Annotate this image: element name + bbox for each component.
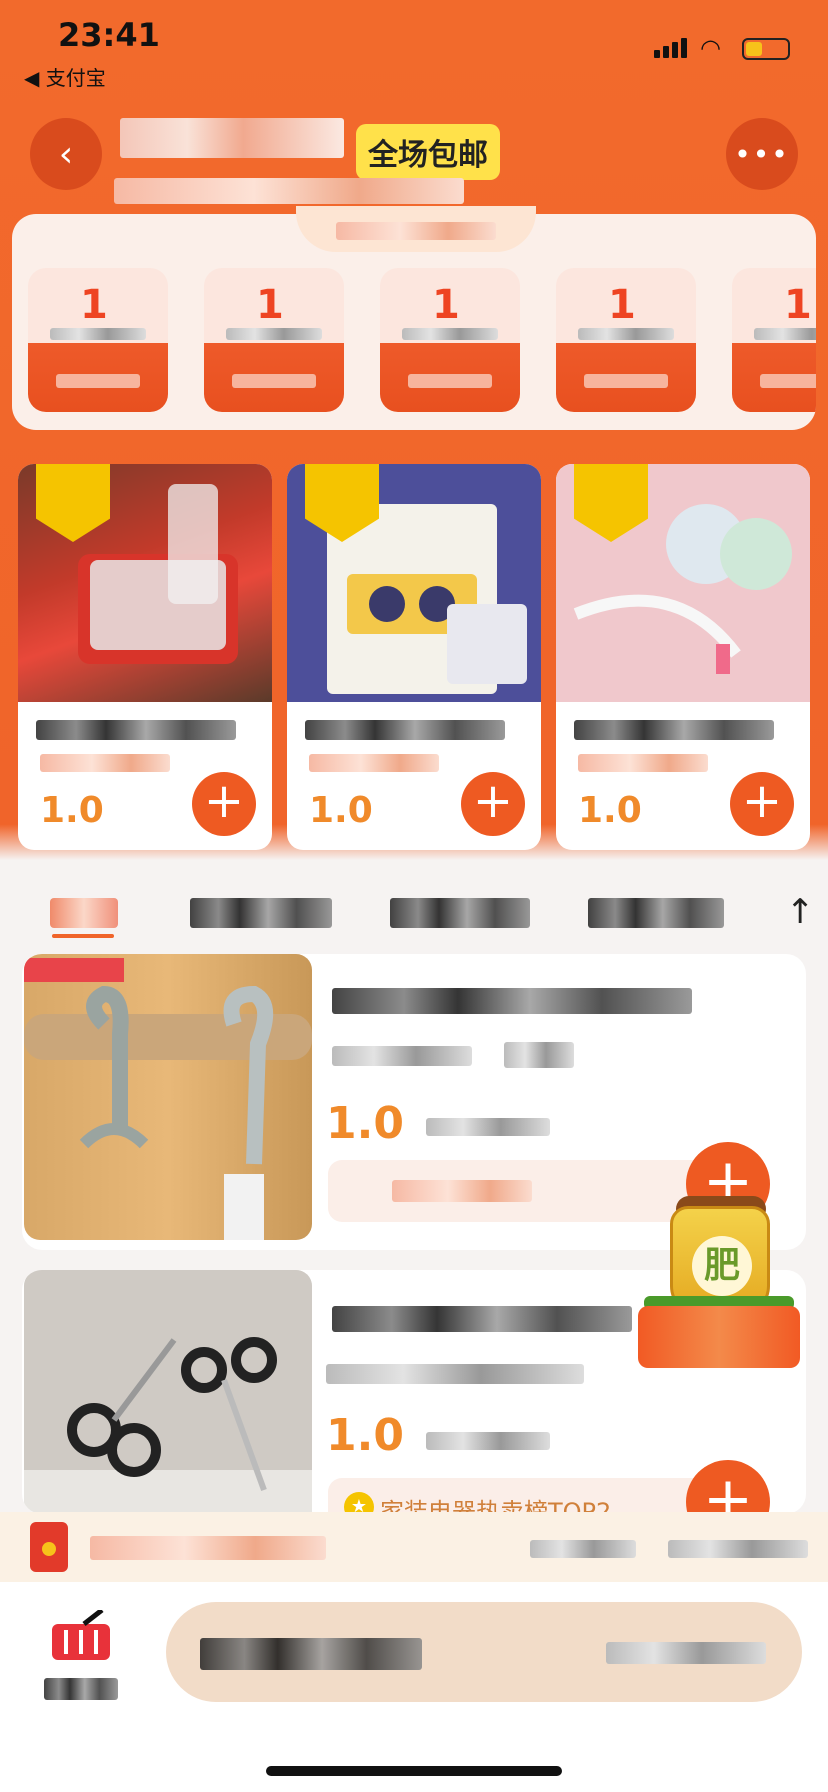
store-subtitle	[114, 178, 464, 204]
tab-indicator	[52, 934, 114, 938]
coupon-condition	[50, 328, 146, 340]
tab[interactable]	[390, 898, 530, 928]
star-icon: ★	[344, 1492, 374, 1514]
category-tabs	[0, 886, 828, 946]
signal-icon	[654, 38, 687, 58]
coupon-action	[760, 374, 816, 388]
strip-text	[90, 1536, 326, 1560]
coupon-card[interactable]: 1	[556, 268, 696, 412]
promo-strip[interactable]	[0, 1512, 828, 1582]
item-original-price	[426, 1118, 550, 1136]
product-image-measuring-tape	[556, 464, 810, 702]
product-name	[305, 720, 505, 740]
coupon-action	[232, 374, 316, 388]
back-button[interactable]: ‹	[30, 118, 102, 190]
coupon-panel-tab	[296, 206, 536, 252]
coupon-card[interactable]: 1	[380, 268, 520, 412]
item-subtitle	[504, 1042, 574, 1068]
product-subtitle	[578, 754, 708, 772]
strip-text	[668, 1540, 808, 1558]
coupon-card[interactable]: 1	[28, 268, 168, 412]
item-name	[332, 1306, 632, 1332]
coupon-condition	[578, 328, 674, 340]
product-price: 1.0	[40, 790, 104, 831]
product-image-hook	[24, 954, 312, 1240]
back-to-alipay-link[interactable]: ◀ 支付宝	[24, 62, 106, 91]
add-to-cart-button[interactable]: +	[461, 772, 525, 836]
coupon-amount: 1	[256, 282, 284, 328]
coupon-amount: 1	[608, 282, 636, 328]
add-to-cart-button[interactable]: +	[192, 772, 256, 836]
coupon-amount: 1	[784, 282, 812, 328]
product-name	[574, 720, 774, 740]
fertilizer-label: 肥	[692, 1236, 752, 1296]
product-image-lens-wipes	[287, 464, 541, 702]
tab[interactable]	[190, 898, 332, 928]
fertilizer-widget[interactable]: 肥	[638, 1196, 800, 1372]
coupon-action	[408, 374, 492, 388]
scroll-top-icon[interactable]: ↑	[786, 892, 815, 932]
cart-label	[44, 1678, 118, 1700]
item-rank-pill: ★ 家装电器热卖榜TOP2	[328, 1478, 708, 1514]
item-subtitle	[332, 1046, 472, 1066]
product-image-scissors	[24, 1270, 312, 1514]
item-price: 1.0	[326, 1098, 404, 1149]
free-shipping-badge: 全场包邮	[356, 124, 500, 180]
status-time: 23:41	[58, 16, 160, 54]
item-price: 1.0	[326, 1410, 404, 1461]
bottom-bar	[0, 1582, 828, 1792]
product-card[interactable]: 1.0 +	[287, 464, 541, 850]
wifi-icon: ◠	[700, 34, 721, 62]
product-card[interactable]: 1.0 +	[556, 464, 810, 850]
product-image-storage-box	[18, 464, 272, 702]
hot-rank-text: 家装电器热卖榜TOP2	[380, 1498, 612, 1514]
add-to-cart-button[interactable]: +	[730, 772, 794, 836]
coupon-action	[584, 374, 668, 388]
coupon-card[interactable]: 1	[732, 268, 816, 412]
coupon-condition	[402, 328, 498, 340]
item-original-price	[426, 1432, 550, 1450]
coupon-condition	[754, 328, 816, 340]
home-indicator	[266, 1766, 562, 1776]
product-name	[36, 720, 236, 740]
product-card[interactable]: 1.0 +	[18, 464, 272, 850]
coupon-condition	[226, 328, 322, 340]
product-subtitle	[40, 754, 170, 772]
coupon-amount: 1	[80, 282, 108, 328]
cart-icon[interactable]	[48, 1610, 114, 1662]
strip-text	[530, 1540, 636, 1558]
add-to-cart-button[interactable]: +	[686, 1460, 770, 1514]
product-price: 1.0	[309, 790, 373, 831]
tab[interactable]	[588, 898, 724, 928]
fertilizer-banner	[638, 1306, 800, 1368]
more-button[interactable]: •••	[726, 118, 798, 190]
store-title	[120, 118, 344, 158]
coupon-amount: 1	[432, 282, 460, 328]
battery-icon	[742, 38, 790, 60]
item-name	[332, 988, 692, 1014]
checkout-button[interactable]	[166, 1602, 802, 1702]
product-subtitle	[309, 754, 439, 772]
product-price: 1.0	[578, 790, 642, 831]
status-bar: 23:41 ◀ 支付宝 ◠	[0, 0, 828, 91]
coupon-action	[56, 374, 140, 388]
red-envelope-icon	[30, 1522, 68, 1572]
coupon-card[interactable]: 1	[204, 268, 344, 412]
tab-active[interactable]	[50, 898, 118, 928]
item-subtitle	[326, 1364, 584, 1384]
